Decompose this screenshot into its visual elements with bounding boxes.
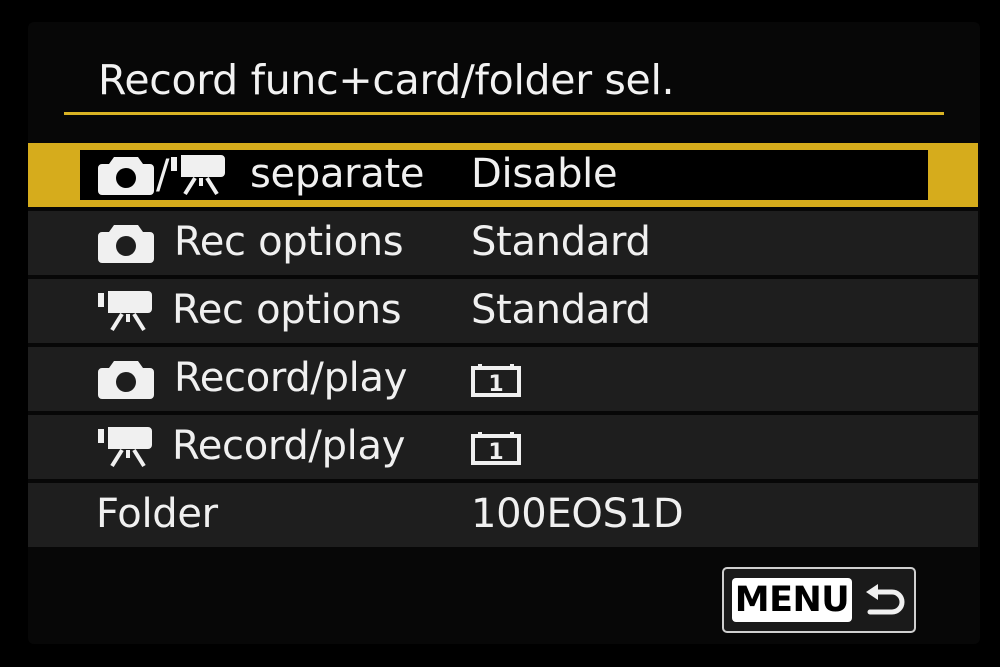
movie-camera-icon <box>98 427 152 468</box>
page-title: Record func+card/folder sel. <box>98 56 675 104</box>
item-label: Rec options <box>174 219 404 265</box>
menu-button-label: MENU <box>732 578 852 622</box>
camera-icon <box>98 361 154 399</box>
menu-list: / separate Disable Rec options Standard <box>28 143 978 551</box>
menu-item-folder[interactable]: Folder 100EOS1D <box>28 483 978 547</box>
item-label: Record/play <box>172 423 406 469</box>
item-value: Standard <box>471 219 651 265</box>
card-slot-1-icon: 1 <box>471 364 521 397</box>
item-icons <box>98 211 154 275</box>
camera-icon <box>98 225 154 263</box>
separator-slash: / <box>156 152 170 198</box>
item-label: Folder <box>96 491 218 537</box>
return-arrow-icon <box>866 584 905 615</box>
menu-return-button[interactable]: MENU <box>722 567 916 633</box>
camera-icon <box>98 157 154 195</box>
item-icons <box>98 347 154 411</box>
card-slot-number: 1 <box>488 372 503 397</box>
item-label: Rec options <box>172 287 402 333</box>
movie-camera-icon <box>98 291 152 332</box>
card-slot-1-icon: 1 <box>471 432 521 465</box>
menu-item-separate[interactable]: / separate Disable <box>28 143 978 207</box>
title-divider <box>64 112 944 115</box>
item-value: Standard <box>471 287 651 333</box>
item-icons: / <box>98 143 227 207</box>
item-value: Disable <box>471 151 618 197</box>
movie-camera-icon <box>171 155 226 196</box>
item-icons <box>98 279 154 343</box>
menu-item-photo-record-play[interactable]: Record/play 1 <box>28 347 978 411</box>
item-label: Record/play <box>174 355 408 401</box>
item-icons <box>98 415 154 479</box>
menu-item-photo-rec-options[interactable]: Rec options Standard <box>28 211 978 275</box>
item-value: 100EOS1D <box>471 491 684 537</box>
card-slot-number: 1 <box>488 440 503 465</box>
menu-item-movie-rec-options[interactable]: Rec options Standard <box>28 279 978 343</box>
item-label: separate <box>250 151 425 197</box>
menu-item-movie-record-play[interactable]: Record/play 1 <box>28 415 978 479</box>
